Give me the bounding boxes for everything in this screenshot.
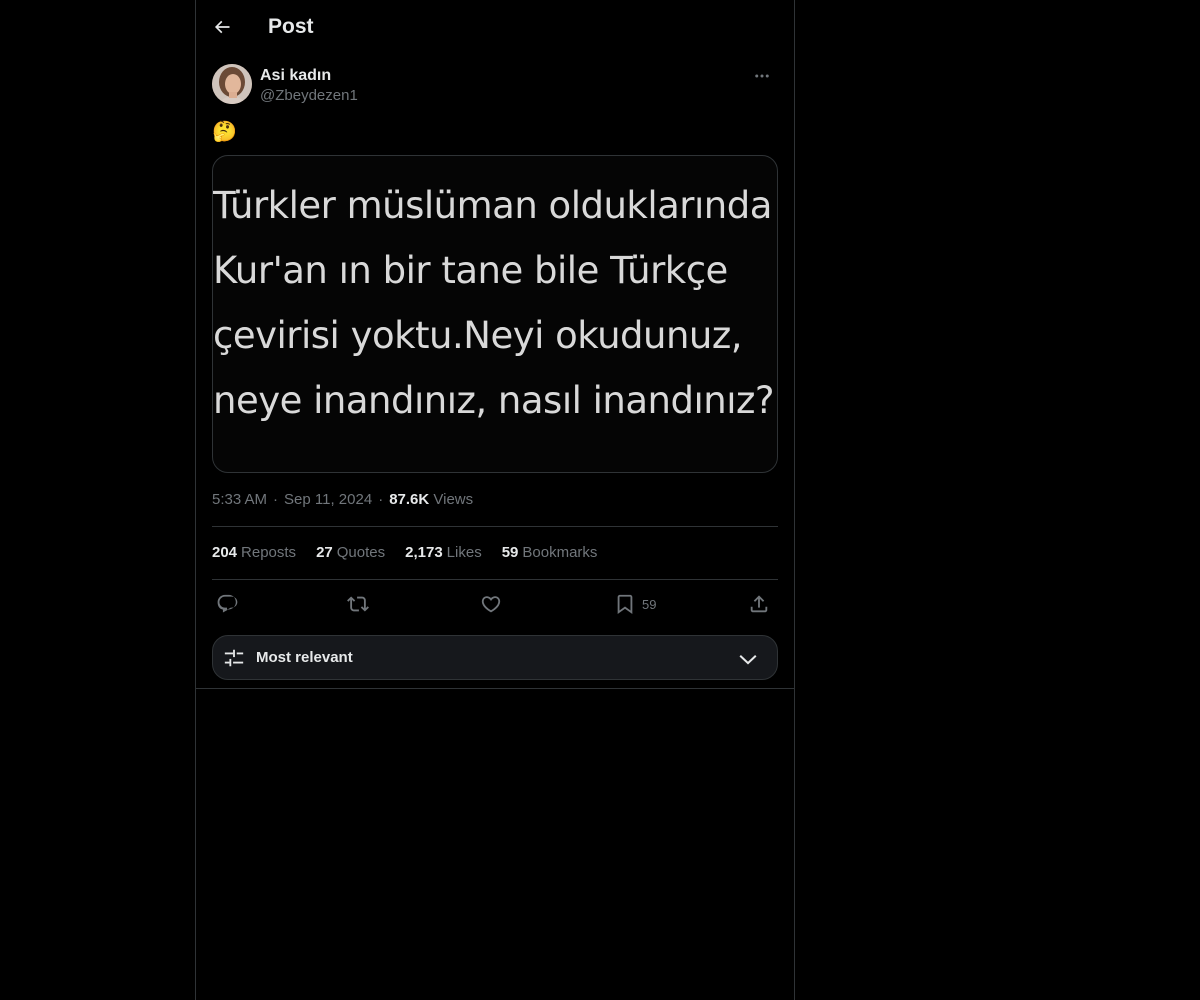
chevron-down-icon [739, 655, 757, 665]
share-button[interactable] [748, 588, 770, 620]
reply-icon [217, 594, 238, 613]
repost-icon [347, 596, 369, 612]
arrow-left-icon [214, 20, 230, 34]
divider [212, 526, 778, 527]
post-time[interactable]: 5:33 AM [212, 491, 267, 508]
image-text-line: Kur'an ın bir tane bile Türkçe [213, 249, 728, 292]
meta-separator: · [273, 491, 279, 508]
author-handle[interactable]: @Zbeydezen1 [260, 86, 358, 106]
repost-button[interactable] [347, 588, 369, 620]
like-button[interactable] [480, 588, 502, 620]
action-bar: 59 [212, 588, 778, 620]
quotes-label: Quotes [336, 544, 386, 561]
bookmarks-count: 59 [501, 544, 519, 561]
avatar-image [212, 64, 252, 104]
page-header: Post [196, 0, 794, 54]
reposts-stat[interactable]: 204 Reposts [212, 543, 296, 563]
avatar[interactable] [212, 64, 252, 104]
post-text: 🤔 [212, 121, 237, 143]
views-count: 87.6K [389, 491, 430, 508]
sliders-icon [224, 649, 244, 667]
post-author: Asi kadın @Zbeydezen1 [212, 64, 778, 108]
bookmarks-stat[interactable]: 59 Bookmarks [502, 543, 598, 563]
share-icon [750, 595, 768, 613]
bookmark-count: 59 [642, 596, 657, 612]
bookmarks-label: Bookmarks [522, 544, 598, 561]
post-date[interactable]: Sep 11, 2024 [284, 491, 372, 508]
views-label: Views [433, 491, 474, 508]
image-text-line: neye inandınız, nasıl inandınız? [213, 379, 775, 422]
bookmark-button[interactable]: 59 [614, 588, 656, 620]
sort-label: Most relevant [256, 649, 353, 666]
likes-count: 2,173 [405, 544, 443, 561]
bookmark-icon [617, 594, 633, 615]
post-metadata: 5:33 AM · Sep 11, 2024 · 87.6K Views [212, 490, 473, 510]
reposts-label: Reposts [241, 544, 297, 561]
quotes-stat[interactable]: 27 Quotes [316, 543, 385, 563]
more-options-button[interactable] [746, 64, 778, 88]
divider [196, 688, 794, 689]
reposts-count: 204 [212, 544, 238, 561]
likes-label: Likes [446, 544, 482, 561]
page-title: Post [268, 15, 314, 38]
divider [212, 579, 778, 580]
reply-sort-dropdown[interactable]: Most relevant [212, 635, 778, 680]
image-text-line: Türkler müslüman olduklarında [213, 184, 772, 227]
image-text-line: çevirisi yoktu.Neyi okudunuz, [213, 314, 743, 357]
like-icon [481, 596, 501, 613]
reply-button[interactable] [216, 588, 238, 620]
post-column: Post Asi kadın @Zbeydezen1 🤔 Türkler müs… [195, 0, 795, 1000]
engagement-stats: 204 Reposts 27 Quotes 2,173 Likes 59 Bookmar… [212, 543, 597, 563]
likes-stat[interactable]: 2,173 Likes [405, 543, 482, 563]
more-horizontal-icon [755, 74, 769, 78]
post-image[interactable]: Türkler müslüman olduklarında Kur'an ın … [212, 155, 778, 473]
quotes-count: 27 [316, 544, 333, 561]
back-button[interactable] [204, 9, 240, 45]
meta-separator: · [378, 491, 384, 508]
author-display-name[interactable]: Asi kadın [260, 66, 331, 86]
